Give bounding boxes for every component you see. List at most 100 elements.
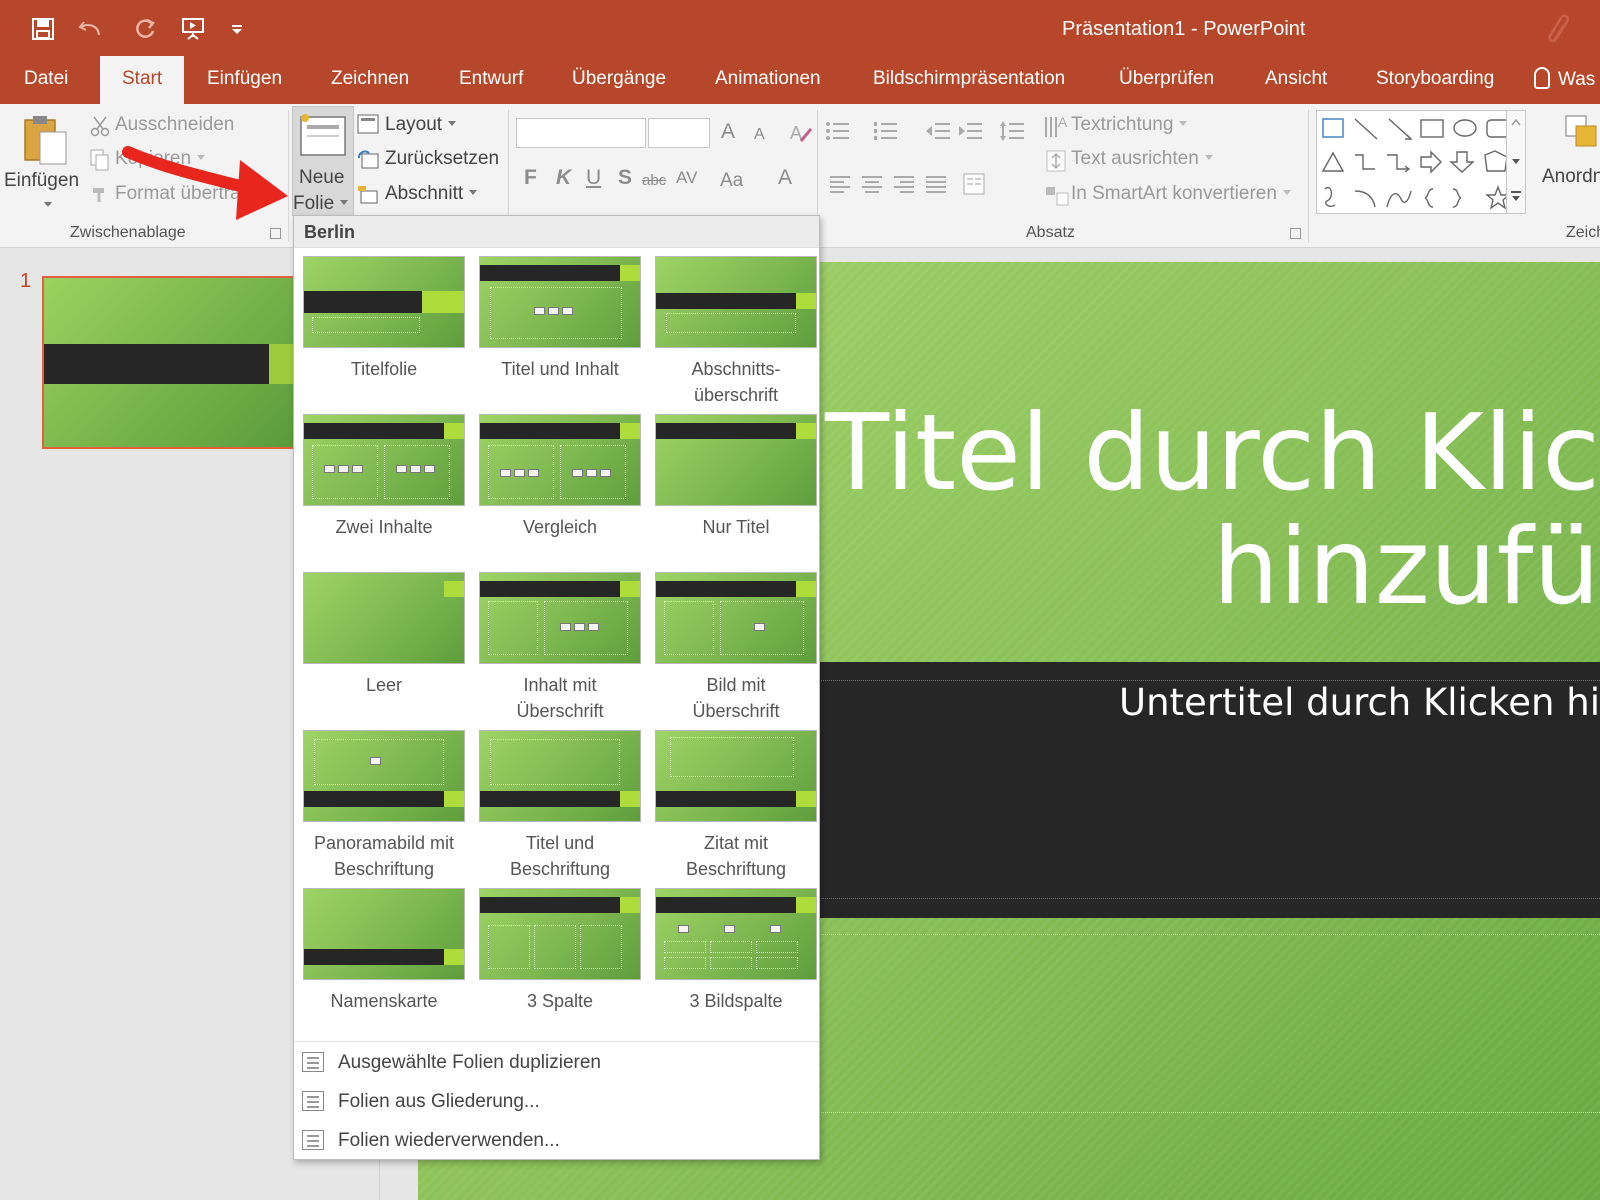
title-bar-shape xyxy=(656,791,796,807)
arrange-button[interactable]: Anordn xyxy=(1542,166,1600,188)
content-icon xyxy=(534,307,545,315)
tab-storyboarding[interactable]: Storyboarding xyxy=(1376,68,1494,90)
new-slide-button[interactable]: Neue Folie xyxy=(292,106,354,216)
underline-button[interactable]: U xyxy=(586,166,601,190)
align-text-button[interactable]: Text ausrichten xyxy=(1071,148,1213,170)
content-icon xyxy=(586,469,597,477)
character-spacing-button[interactable]: AV xyxy=(676,168,697,188)
layout-leer[interactable]: Leer xyxy=(300,572,468,722)
tab-datei[interactable]: Datei xyxy=(24,68,68,90)
paste-button[interactable]: Einfügen xyxy=(2,108,86,212)
layout-titel-und-inhalt[interactable]: Titel und Inhalt xyxy=(476,256,644,406)
tab-bildschirmpraesentation[interactable]: Bildschirmpräsentation xyxy=(873,68,1065,90)
shrink-font-button[interactable]: A xyxy=(754,126,765,144)
title-bar-shape xyxy=(656,897,796,913)
redo-icon[interactable] xyxy=(130,14,160,44)
smartart-button[interactable]: In SmartArt konvertieren xyxy=(1071,183,1291,205)
content-icon xyxy=(548,307,559,315)
tab-zeichnen[interactable]: Zeichnen xyxy=(331,68,409,90)
tab-animationen[interactable]: Animationen xyxy=(715,68,821,90)
content-icon xyxy=(574,623,585,631)
shadow-button[interactable]: S xyxy=(618,166,632,190)
layout-label: Zitat mit Beschriftung xyxy=(685,833,787,879)
accent-shape xyxy=(444,949,464,965)
content-icon xyxy=(324,465,335,473)
paragraph-launcher-icon[interactable] xyxy=(1290,228,1301,239)
increase-indent-icon[interactable] xyxy=(956,118,984,144)
bullets-icon[interactable] xyxy=(824,118,852,144)
save-icon[interactable] xyxy=(28,14,58,44)
grow-font-button[interactable]: A xyxy=(721,120,735,144)
undo-icon[interactable] xyxy=(76,14,106,44)
align-center-icon[interactable] xyxy=(860,172,884,196)
shapes-scrollbar[interactable] xyxy=(1506,110,1526,214)
reuse-slides-command[interactable]: Folien wiederverwenden... xyxy=(294,1123,819,1159)
layout-zwei-inhalte[interactable]: Zwei Inhalte xyxy=(300,414,468,564)
section-button[interactable]: Abschnitt xyxy=(385,183,478,205)
shapes-gallery[interactable] xyxy=(1316,110,1522,214)
layout-vergleich[interactable]: Vergleich xyxy=(476,414,644,564)
decrease-indent-icon[interactable] xyxy=(924,118,952,144)
layout-titelfolie[interactable]: Titelfolie xyxy=(300,256,468,406)
layout-3-bildspalte[interactable]: 3 Bildspalte xyxy=(652,888,820,1038)
slides-from-outline-command[interactable]: Folien aus Gliederung... xyxy=(294,1084,819,1120)
font-name-combo[interactable] xyxy=(516,118,646,148)
columns-icon[interactable] xyxy=(962,172,986,196)
strikethrough-button[interactable]: abc xyxy=(642,172,666,189)
layout-thumbnail xyxy=(303,256,465,348)
slide-subtitle-placeholder[interactable]: Untertitel durch Klicken hi xyxy=(900,681,1600,724)
font-color-button[interactable]: A xyxy=(778,166,792,190)
layout-namenskarte[interactable]: Namenskarte xyxy=(300,888,468,1038)
align-right-icon[interactable] xyxy=(892,172,916,196)
layout-nur-titel[interactable]: Nur Titel xyxy=(652,414,820,564)
placeholder-box xyxy=(312,317,420,333)
placeholder-box xyxy=(534,925,576,969)
tab-ueberpruefen[interactable]: Überprüfen xyxy=(1119,68,1214,90)
slide-thumbnail[interactable] xyxy=(42,276,302,449)
arrange-icon xyxy=(1562,110,1600,158)
layout-inhalt-mit-ueberschrift[interactable]: Inhalt mit Überschrift xyxy=(476,572,644,722)
layout-titel-und-beschriftung[interactable]: Titel und Beschriftung xyxy=(476,730,644,880)
text-direction-button[interactable]: Textrichtung xyxy=(1071,114,1188,136)
numbering-icon[interactable] xyxy=(872,118,900,144)
font-size-combo[interactable] xyxy=(648,118,710,148)
tab-ansicht[interactable]: Ansicht xyxy=(1265,68,1327,90)
thumbnail-title-bar xyxy=(44,344,269,384)
duplicate-slides-command[interactable]: Ausgewählte Folien duplizieren xyxy=(294,1045,819,1081)
tab-start[interactable]: Start xyxy=(100,56,185,104)
italic-button[interactable]: K xyxy=(556,166,571,190)
bold-button[interactable]: F xyxy=(524,166,537,190)
tab-entwurf[interactable]: Entwurf xyxy=(459,68,523,90)
line-spacing-icon[interactable] xyxy=(998,118,1026,144)
layout-bild-mit-ueberschrift[interactable]: Bild mit Überschrift xyxy=(652,572,820,722)
content-icon xyxy=(424,465,435,473)
new-slide-layout-menu: Berlin Titelfolie Titel und Inhalt Absch… xyxy=(293,215,820,1160)
accent-shape xyxy=(422,291,464,313)
accent-shape xyxy=(796,897,816,913)
start-from-beginning-icon[interactable] xyxy=(178,14,208,44)
clear-formatting-icon[interactable]: A xyxy=(788,120,814,146)
tell-me-box[interactable]: Was xyxy=(1534,67,1595,91)
group-divider xyxy=(1308,110,1309,242)
layout-3-spalte[interactable]: 3 Spalte xyxy=(476,888,644,1038)
change-case-button[interactable]: Aa xyxy=(720,170,743,192)
align-left-icon[interactable] xyxy=(828,172,852,196)
tab-einfuegen[interactable]: Einfügen xyxy=(207,68,282,90)
accent-shape xyxy=(444,791,464,807)
layout-thumbnail xyxy=(655,414,817,506)
layout-thumbnail xyxy=(303,730,465,822)
smartart-label: In SmartArt konvertieren xyxy=(1071,183,1277,204)
justify-icon[interactable] xyxy=(924,172,948,196)
layout-panoramabild[interactable]: Panoramabild mit Beschriftung xyxy=(300,730,468,880)
tab-uebergaenge[interactable]: Übergänge xyxy=(572,68,666,90)
layout-label: Titel und Inhalt xyxy=(501,359,619,379)
layout-zitat-mit-beschriftung[interactable]: Zitat mit Beschriftung xyxy=(652,730,820,880)
layout-thumbnail xyxy=(655,572,817,664)
reset-button[interactable]: Zurücksetzen xyxy=(385,148,499,170)
paperclip-icon xyxy=(1545,12,1575,56)
title-bar-shape xyxy=(304,291,422,313)
customize-icon[interactable] xyxy=(222,14,252,44)
smartart-icon xyxy=(1044,183,1070,209)
layout-button[interactable]: Layout xyxy=(385,114,457,136)
layout-abschnittsueberschrift[interactable]: Abschnitts- überschrift xyxy=(652,256,820,406)
